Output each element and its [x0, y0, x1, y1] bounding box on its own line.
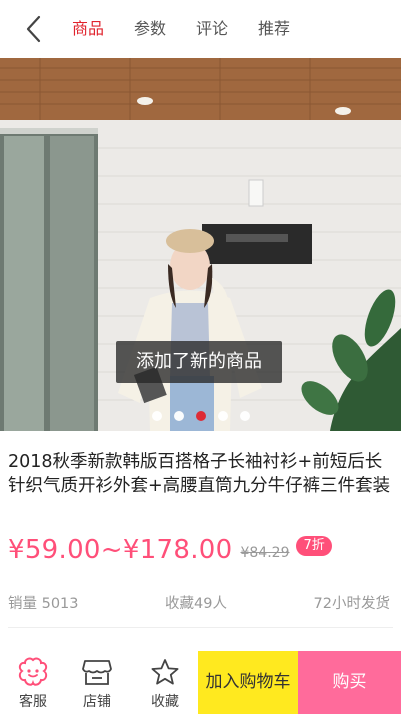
carousel-indicators — [0, 411, 401, 421]
carousel-dot[interactable] — [239, 411, 250, 421]
customer-service-icon — [18, 657, 48, 686]
product-meta: 销量 5013 收藏49人 72小时发货 — [8, 592, 390, 613]
top-nav-bar: 商品 参数 评论 推荐 — [0, 0, 401, 58]
tab-bar: 商品 参数 评论 推荐 — [72, 0, 320, 58]
tab-reviews[interactable]: 评论 — [196, 0, 228, 58]
carousel-dot[interactable] — [217, 411, 228, 421]
original-price: ¥84.29 — [240, 545, 290, 561]
bottom-action-bar: 客服 店铺 收藏 加入购物车 购买 — [0, 651, 401, 714]
customer-service-label: 客服 — [19, 694, 47, 710]
tab-recommend[interactable]: 推荐 — [258, 0, 290, 58]
favorite-count: 收藏49人 — [165, 596, 227, 612]
discount-badge: 7折 — [296, 536, 332, 556]
added-toast: 添加了新的商品 — [116, 341, 282, 383]
product-title: 2018秋季新款韩版百搭格子长袖衬衫+前短后长针织气质开衫外套+高腰直筒九分牛仔… — [8, 452, 391, 496]
product-image-carousel[interactable]: 添加了新的商品 — [0, 58, 401, 431]
favorite-label: 收藏 — [151, 694, 179, 710]
shipping-time: 72小时发货 — [313, 596, 390, 612]
divider — [8, 627, 393, 628]
star-icon — [151, 659, 179, 685]
carousel-dot[interactable] — [151, 411, 162, 421]
favorite-button[interactable]: 收藏 — [132, 651, 198, 714]
tab-params[interactable]: 参数 — [134, 0, 166, 58]
price-range: ¥59.00~¥178.00 — [8, 535, 233, 565]
back-button[interactable] — [20, 14, 50, 44]
store-button[interactable]: 店铺 — [64, 651, 130, 714]
chevron-left-icon — [26, 15, 41, 43]
customer-service-button[interactable]: 客服 — [0, 651, 66, 714]
carousel-dot-active[interactable] — [195, 411, 206, 421]
carousel-dot[interactable] — [173, 411, 184, 421]
sales-count: 销量 5013 — [8, 596, 79, 612]
tab-product[interactable]: 商品 — [72, 0, 104, 58]
store-label: 店铺 — [83, 694, 111, 710]
buy-button[interactable]: 购买 — [298, 651, 401, 714]
store-icon — [82, 660, 112, 685]
add-to-cart-button[interactable]: 加入购物车 — [198, 651, 298, 714]
price-row: ¥59.00~¥178.00 ¥84.29 7折 — [8, 532, 332, 568]
